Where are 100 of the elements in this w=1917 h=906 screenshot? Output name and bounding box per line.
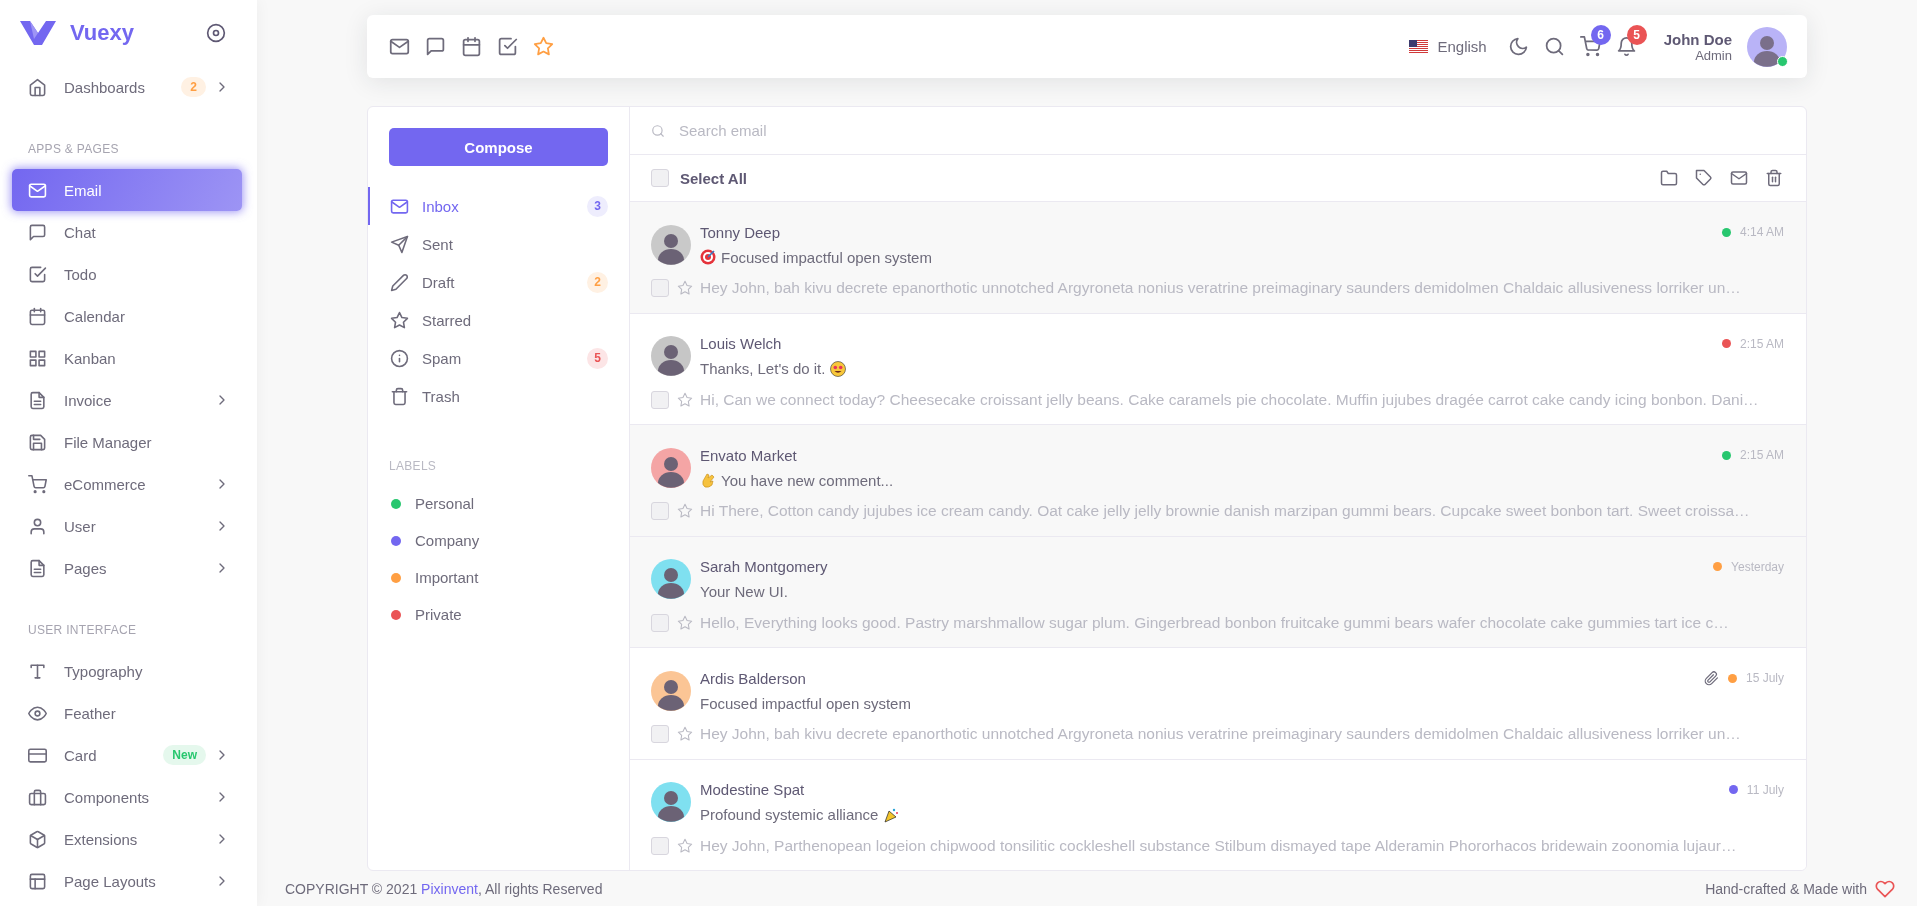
- tag-icon[interactable]: [1695, 169, 1713, 187]
- user-name: John Doe: [1663, 30, 1732, 48]
- email-subject: Focused impactful open system: [721, 248, 932, 266]
- mail-icon: [28, 180, 47, 200]
- star-icon[interactable]: [677, 726, 693, 742]
- email-subject: You have new comment...: [721, 471, 894, 489]
- checkbox-icon: [28, 264, 47, 284]
- email-row[interactable]: Sarah Montgomery Yesterday Your New UI. Hello, Everything looks good. Pastry marshmallow sugar plum. Gingerbread bonbon fruitcake gummi bears wafer chocolate cake gummies tart ice c…: [630, 536, 1806, 648]
- checkbox[interactable]: [651, 725, 669, 743]
- sidebar-item[interactable]: User: [12, 505, 242, 547]
- labels-heading: LABELS: [388, 458, 438, 475]
- calendar-icon[interactable]: [461, 36, 482, 57]
- search-icon[interactable]: [1543, 36, 1565, 57]
- checkbox[interactable]: [651, 613, 669, 632]
- email-preview: Hey John, bah kivu decrete epanorthotic unnotched Argyroneta nonius veratrine preimaginary saunders demidolmen Chaldaic allusiveness lorriker un…: [700, 279, 1742, 297]
- label-item[interactable]: Private: [415, 606, 462, 623]
- paper-plane-icon: [390, 234, 409, 254]
- layout-icon: [28, 871, 47, 891]
- star-icon[interactable]: [677, 614, 693, 631]
- badge: 2: [181, 77, 206, 97]
- flag-icon: [1409, 40, 1429, 53]
- label-item[interactable]: Company: [415, 532, 480, 549]
- email-row[interactable]: Envato Market 2:15 AM You have new comment... Hi There, Cotton candy jujubes ice cream candy. Oat cake jelly jelly brownie danish marzipan gummi bears. Cupcake sweet bonbon tart. Sweet croissa…: [630, 425, 1806, 537]
- sidebar-item[interactable]: Dashboards 2: [12, 66, 242, 108]
- sidebar-item[interactable]: Page Layouts: [12, 860, 242, 902]
- checkbox-icon[interactable]: [497, 36, 518, 57]
- chat-icon[interactable]: [425, 36, 446, 57]
- star-icon[interactable]: [677, 837, 693, 854]
- email-subject: Profound systemic alliance: [700, 806, 879, 823]
- sender-name: Sarah Montgomery: [700, 558, 829, 575]
- sidebar-item[interactable]: Kanban: [12, 337, 242, 379]
- email-subject: Thanks, Let's do it.: [700, 360, 826, 377]
- star-icon[interactable]: [533, 36, 554, 57]
- folder-item[interactable]: Draft 2: [368, 263, 629, 301]
- folder-item[interactable]: Inbox 3: [368, 187, 629, 225]
- folder-item[interactable]: Sent: [368, 225, 629, 263]
- sender-name: Louis Welch: [700, 335, 783, 352]
- avatar: [651, 559, 691, 599]
- checkbox[interactable]: [651, 279, 669, 297]
- sidebar-item[interactable]: Email: [12, 169, 242, 211]
- avatar[interactable]: [1747, 26, 1787, 67]
- email-time: 2:15 AM: [1739, 336, 1784, 351]
- email-preview: Hi There, Cotton candy jujubes ice cream candy. Oat cake jelly jelly brownie danish marzipan gummi bears. Cupcake sweet bonbon tart. Sweet croissa…: [700, 502, 1751, 520]
- cube-icon: [28, 829, 47, 849]
- target-emoji-icon: [700, 249, 716, 265]
- info-icon: [390, 348, 409, 368]
- label-item[interactable]: Personal: [415, 495, 475, 512]
- sidebar-item[interactable]: Card New: [12, 734, 242, 776]
- sidebar-item[interactable]: Calendar: [12, 295, 242, 337]
- email-preview: Hey John, Parthenopean logeion chipwood tonsilitic cockleshell substance Stilbum dismayed tape Alderamin Phororhacos bridewain zoonomia lujaur…: [700, 836, 1738, 855]
- email-preview: Hello, Everything looks good. Pastry marshmallow sugar plum. Gingerbread bonbon fruitcake gummi bears wafer chocolate cake gummies tart ice c…: [700, 613, 1730, 632]
- credit-text: Hand-crafted & Made with: [1705, 880, 1867, 897]
- pixinvent-link[interactable]: Pixinvent: [421, 880, 478, 897]
- sidebar-item[interactable]: Chat: [12, 211, 242, 253]
- sidebar-item[interactable]: Components: [12, 776, 242, 818]
- folder-item[interactable]: Spam 5: [368, 339, 629, 377]
- pencil-icon: [390, 272, 409, 292]
- email-time: Yesterday: [1731, 559, 1784, 574]
- home-icon: [28, 77, 47, 97]
- language-selector[interactable]: English: [1437, 38, 1487, 55]
- sidebar-item[interactable]: Invoice: [12, 379, 242, 421]
- count-badge: 2: [587, 271, 608, 293]
- folder-item[interactable]: Trash: [368, 377, 629, 415]
- badge: New: [163, 745, 206, 765]
- sidebar-item[interactable]: Typography: [12, 650, 242, 692]
- checkbox[interactable]: [651, 836, 669, 855]
- sidebar-item[interactable]: File Manager: [12, 421, 242, 463]
- star-icon[interactable]: [677, 391, 693, 408]
- mail-icon[interactable]: [389, 36, 410, 57]
- email-row[interactable]: Tonny Deep 4:14 AM Focused impactful open system Hey John, bah kivu decrete epanorthotic unnotched Argyroneta nonius veratrine preimaginary saunders demidolmen Chaldaic allusiveness lorriker un…: [630, 202, 1806, 314]
- sidebar-item[interactable]: Todo: [12, 253, 242, 295]
- sidebar-item[interactable]: Extensions: [12, 818, 242, 860]
- folder-item[interactable]: Starred: [368, 301, 629, 339]
- eye-icon: [28, 703, 47, 723]
- star-icon[interactable]: [677, 503, 693, 519]
- section-heading: APPS & PAGES: [27, 141, 120, 158]
- sender-name: Envato Market: [700, 446, 798, 464]
- user-role: Admin: [1695, 47, 1732, 63]
- star-icon[interactable]: [677, 280, 693, 296]
- sidebar-item[interactable]: eCommerce: [12, 463, 242, 505]
- label-item[interactable]: Important: [415, 569, 479, 586]
- clapping-hands-icon: [700, 472, 716, 488]
- sidebar-item[interactable]: Pages: [12, 547, 242, 589]
- trash-icon[interactable]: [1765, 169, 1783, 187]
- chat-icon: [28, 222, 47, 242]
- select-all-label[interactable]: Select All: [680, 169, 747, 187]
- credit-card-icon: [28, 745, 47, 765]
- checkbox[interactable]: [651, 502, 669, 520]
- moon-icon[interactable]: [1507, 36, 1529, 57]
- folder-icon[interactable]: [1660, 169, 1678, 187]
- compose-button[interactable]: Compose: [389, 128, 608, 166]
- sidebar-item[interactable]: Feather: [12, 692, 242, 734]
- email-time: 2:15 AM: [1739, 448, 1784, 462]
- toggle-icon[interactable]: [206, 23, 226, 43]
- avatar: [651, 224, 691, 265]
- heart-icon: [1875, 878, 1895, 899]
- select-all-checkbox[interactable]: [651, 169, 669, 187]
- checkbox[interactable]: [651, 390, 669, 409]
- mail-icon[interactable]: [1730, 169, 1748, 187]
- email-time: 15 July: [1745, 671, 1784, 685]
